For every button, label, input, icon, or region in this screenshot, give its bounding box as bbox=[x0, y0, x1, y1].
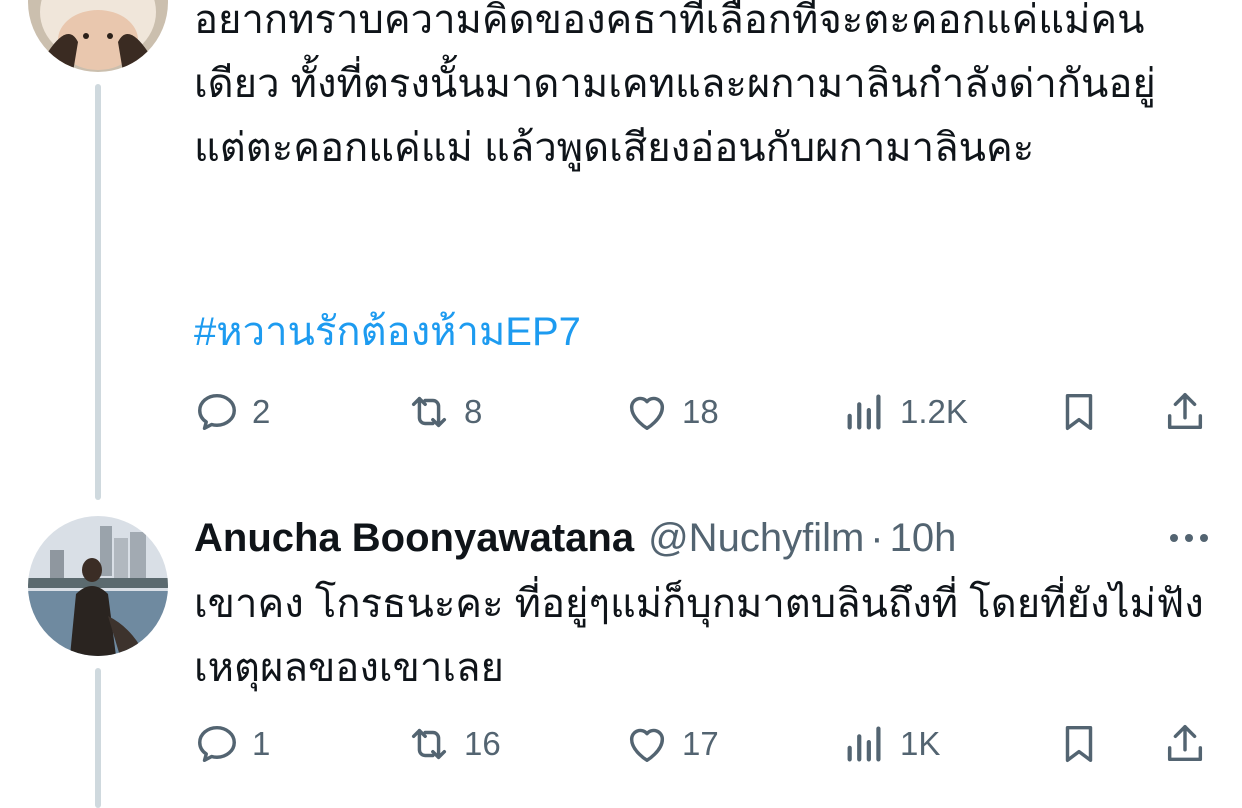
reply-count: 1 bbox=[252, 725, 271, 762]
avatar[interactable] bbox=[28, 0, 168, 72]
views-icon bbox=[847, 394, 881, 430]
avatar[interactable] bbox=[28, 516, 168, 656]
repost-icon bbox=[411, 728, 447, 760]
thread-line bbox=[95, 668, 101, 808]
author-name[interactable]: Anucha Boonyawatana bbox=[194, 516, 634, 561]
author-handle[interactable]: @Nuchyfilm bbox=[648, 516, 864, 561]
tweet-actions: 1 16 17 1K bbox=[194, 716, 1214, 772]
like-button[interactable]: 17 bbox=[624, 716, 719, 772]
thread-line bbox=[95, 84, 101, 500]
reply-icon bbox=[198, 725, 236, 763]
reply-button[interactable]: 2 bbox=[194, 384, 270, 440]
like-count: 17 bbox=[682, 725, 719, 762]
reply-icon bbox=[198, 393, 236, 431]
repost-button[interactable]: 16 bbox=[406, 716, 501, 772]
share-icon bbox=[1167, 725, 1203, 762]
reply-count: 2 bbox=[252, 393, 271, 430]
separator-dot: · bbox=[870, 515, 884, 560]
bookmark-icon bbox=[1065, 393, 1093, 431]
views-button[interactable]: 1K bbox=[842, 716, 940, 772]
repost-count: 8 bbox=[464, 393, 483, 430]
views-count: 1.2K bbox=[900, 393, 968, 430]
tweet-header: Anucha Boonyawatana @Nuchyfilm · 10h bbox=[194, 508, 956, 568]
reply-button[interactable]: 1 bbox=[194, 716, 270, 772]
hashtag-link[interactable]: #หวานรักต้องห้ามEP7 bbox=[194, 300, 581, 364]
heart-icon bbox=[629, 728, 665, 763]
timestamp[interactable]: 10h bbox=[890, 516, 957, 561]
views-button[interactable]: 1.2K bbox=[842, 384, 968, 440]
more-button[interactable] bbox=[1166, 520, 1212, 556]
bookmark-button[interactable] bbox=[1056, 384, 1102, 440]
share-button[interactable] bbox=[1162, 384, 1208, 440]
more-icon bbox=[1170, 534, 1208, 542]
avatar-image bbox=[28, 516, 168, 656]
views-count: 1K bbox=[900, 725, 941, 762]
tweet-actions: 2 8 18 1.2K bbox=[194, 384, 1214, 440]
share-icon bbox=[1167, 393, 1203, 430]
bookmark-icon bbox=[1065, 725, 1093, 763]
views-icon bbox=[847, 726, 881, 762]
like-button[interactable]: 18 bbox=[624, 384, 719, 440]
tweet-text: อยากทราบความคิดของคธาที่เลือกที่จะตะคอกแ… bbox=[194, 0, 1167, 170]
repost-button[interactable]: 8 bbox=[406, 384, 482, 440]
repost-count: 16 bbox=[464, 725, 501, 762]
tweet-text: เขาคง โกรธนะคะ ที่อยู่ๆแม่ก็บุกมาตบลินถึ… bbox=[194, 582, 1204, 690]
bookmark-button[interactable] bbox=[1056, 716, 1102, 772]
like-count: 18 bbox=[682, 393, 719, 430]
repost-icon bbox=[411, 396, 447, 428]
avatar-image bbox=[28, 0, 168, 72]
heart-icon bbox=[629, 396, 665, 431]
share-button[interactable] bbox=[1162, 716, 1208, 772]
